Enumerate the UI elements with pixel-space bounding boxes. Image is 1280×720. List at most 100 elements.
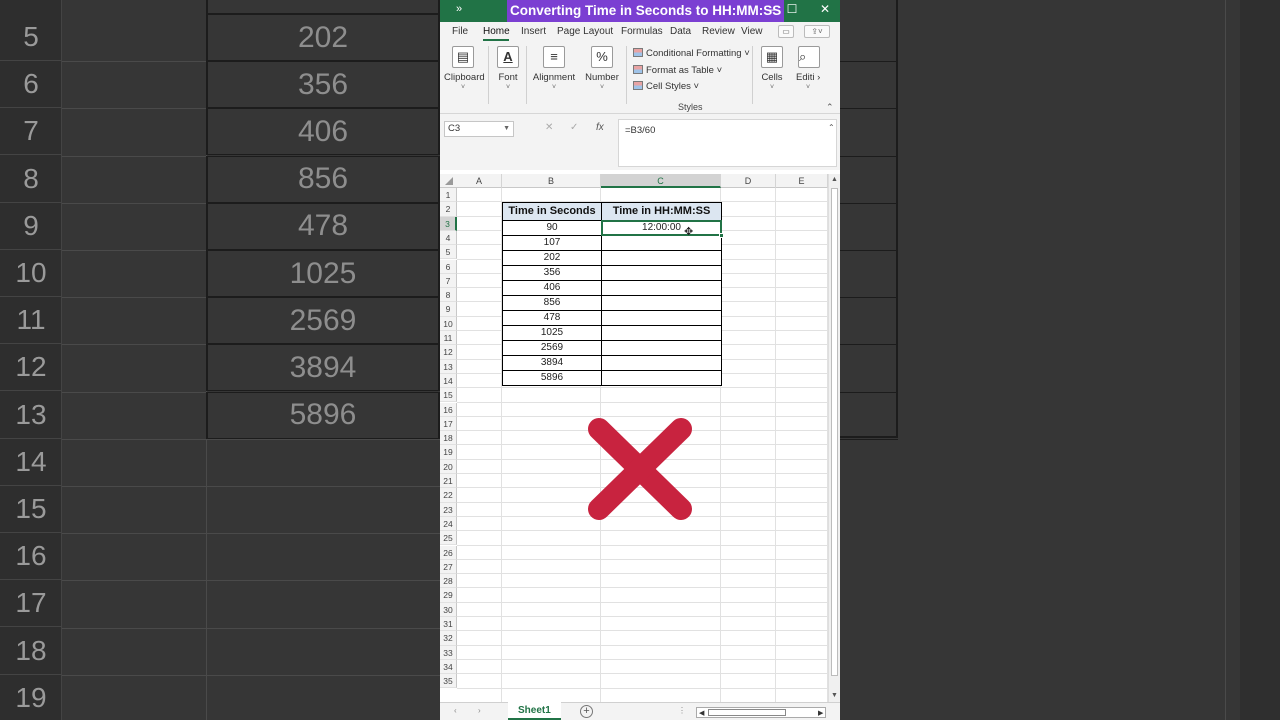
row-header-32[interactable]: 32 [440,631,457,646]
scrollbar-thumb[interactable] [831,188,838,676]
row-header-31[interactable]: 31 [440,617,457,632]
seconds-cell[interactable]: 478 [502,311,602,326]
row-header-28[interactable]: 28 [440,574,457,589]
row-header-10[interactable]: 10 [440,316,457,331]
format-as-table-button[interactable]: Format as Table ˅ [633,65,722,76]
seconds-cell[interactable]: 406 [502,281,602,296]
formula-input[interactable]: =B3/60 [618,119,837,167]
font-group[interactable]: A Font ˅ [496,46,520,91]
select-all-icon[interactable] [445,177,453,185]
row-header-1[interactable]: 1 [440,188,457,203]
collapse-ribbon-icon[interactable]: ⌃ [826,102,834,113]
converted-cell[interactable] [601,251,722,266]
row-header-14[interactable]: 14 [440,373,457,389]
next-sheet-icon[interactable]: › [478,706,481,715]
seconds-cell[interactable]: 90 [502,221,602,236]
scroll-up-icon[interactable]: ▲ [831,176,838,183]
row-header-16[interactable]: 16 [440,402,457,417]
cancel-icon[interactable]: ✕ [545,122,553,133]
active-cell-selection[interactable] [601,220,724,238]
row-header-8[interactable]: 8 [440,288,457,303]
row-header-21[interactable]: 21 [440,474,457,489]
cell-styles-button[interactable]: Cell Styles ˅ [633,81,699,92]
row-header-12[interactable]: 12 [440,345,457,360]
converted-cell[interactable] [601,311,722,326]
row-header-11[interactable]: 11 [440,331,457,346]
share-icon[interactable]: ⇪˅ [804,25,830,38]
row-header-4[interactable]: 4 [440,230,457,246]
converted-cell[interactable] [601,266,722,281]
seconds-cell[interactable]: 5896 [502,371,602,386]
row-header-24[interactable]: 24 [440,516,457,532]
row-header-27[interactable]: 27 [440,559,457,575]
row-header-15[interactable]: 15 [440,388,457,403]
converted-cell[interactable] [601,356,722,371]
column-header-c[interactable]: C [601,174,721,188]
quick-access-toolbar-icon[interactable]: » [456,3,462,15]
minimize-button[interactable]: — [762,2,782,16]
row-header-26[interactable]: 26 [440,545,457,560]
close-button[interactable]: ✕ [815,2,835,16]
prev-sheet-icon[interactable]: ‹ [454,706,457,715]
scroll-down-icon[interactable]: ▼ [831,692,838,699]
conditional-formatting-button[interactable]: Conditional Formatting ˅ [633,48,750,59]
tab-file[interactable]: File [452,26,468,37]
scroll-right-icon[interactable]: ▶ [818,709,823,717]
row-header-34[interactable]: 34 [440,659,457,675]
seconds-cell[interactable]: 356 [502,266,602,281]
row-header-19[interactable]: 19 [440,445,457,460]
seconds-cell[interactable]: 202 [502,251,602,266]
row-header-35[interactable]: 35 [440,674,457,689]
clipboard-group[interactable]: ▤ Clipboard ˅ [444,46,485,91]
comments-icon[interactable]: ▭ [778,25,794,38]
cells-group[interactable]: ▦ Cells ˅ [758,46,786,91]
add-sheet-button[interactable]: + [580,705,593,718]
column-header-a[interactable]: A [457,174,502,188]
horizontal-scrollbar[interactable]: ◀ ▶ [696,707,826,718]
converted-cell[interactable] [601,281,722,296]
row-header-33[interactable]: 33 [440,645,457,660]
chevron-down-icon[interactable]: ▼ [503,122,510,136]
row-header-22[interactable]: 22 [440,488,457,503]
restore-button[interactable]: ☐ [782,2,802,16]
name-box[interactable]: C3 ▼ [444,121,514,137]
sheet-tab-sheet1[interactable]: Sheet1 [508,702,561,720]
tab-page-layout[interactable]: Page Layout [557,26,613,37]
alignment-group[interactable]: ≡ Alignment ˅ [532,46,576,91]
converted-cell[interactable] [601,341,722,356]
seconds-cell[interactable]: 856 [502,296,602,311]
row-header-6[interactable]: 6 [440,259,457,274]
converted-cell[interactable] [601,236,722,251]
row-header-20[interactable]: 20 [440,459,457,474]
column-header-b[interactable]: B [502,174,601,188]
row-header-23[interactable]: 23 [440,502,457,517]
row-header-5[interactable]: 5 [440,245,457,260]
more-options-icon[interactable]: ⋮ [678,706,686,715]
converted-cell[interactable] [601,296,722,311]
scroll-left-icon[interactable]: ◀ [699,709,704,717]
table-header-seconds[interactable]: Time in Seconds [502,202,602,221]
tab-home[interactable]: Home [483,26,510,37]
tab-insert[interactable]: Insert [521,26,546,37]
row-header-17[interactable]: 17 [440,416,457,432]
fill-handle[interactable] [719,233,724,238]
tab-formulas[interactable]: Formulas [621,26,663,37]
column-header-e[interactable]: E [776,174,828,188]
row-header-25[interactable]: 25 [440,531,457,546]
column-header-d[interactable]: D [721,174,776,188]
row-header-13[interactable]: 13 [440,359,457,374]
tab-data[interactable]: Data [670,26,691,37]
row-header-7[interactable]: 7 [440,273,457,289]
tab-review[interactable]: Review [702,26,735,37]
row-header-2[interactable]: 2 [440,202,457,217]
seconds-cell[interactable]: 2569 [502,341,602,356]
collapse-formula-bar-icon[interactable]: ⌃ [828,123,835,132]
enter-icon[interactable]: ✓ [570,122,578,133]
insert-function-icon[interactable]: fx [596,122,604,133]
horizontal-scrollbar-thumb[interactable] [708,709,786,716]
number-group[interactable]: % Number ˅ [584,46,620,91]
seconds-cell[interactable]: 107 [502,236,602,251]
table-header-hhmmss[interactable]: Time in HH:MM:SS [601,202,722,221]
editing-group[interactable]: ⌕ Editi › ˅ [796,46,826,91]
vertical-scrollbar[interactable]: ▲ ▼ [828,174,840,702]
